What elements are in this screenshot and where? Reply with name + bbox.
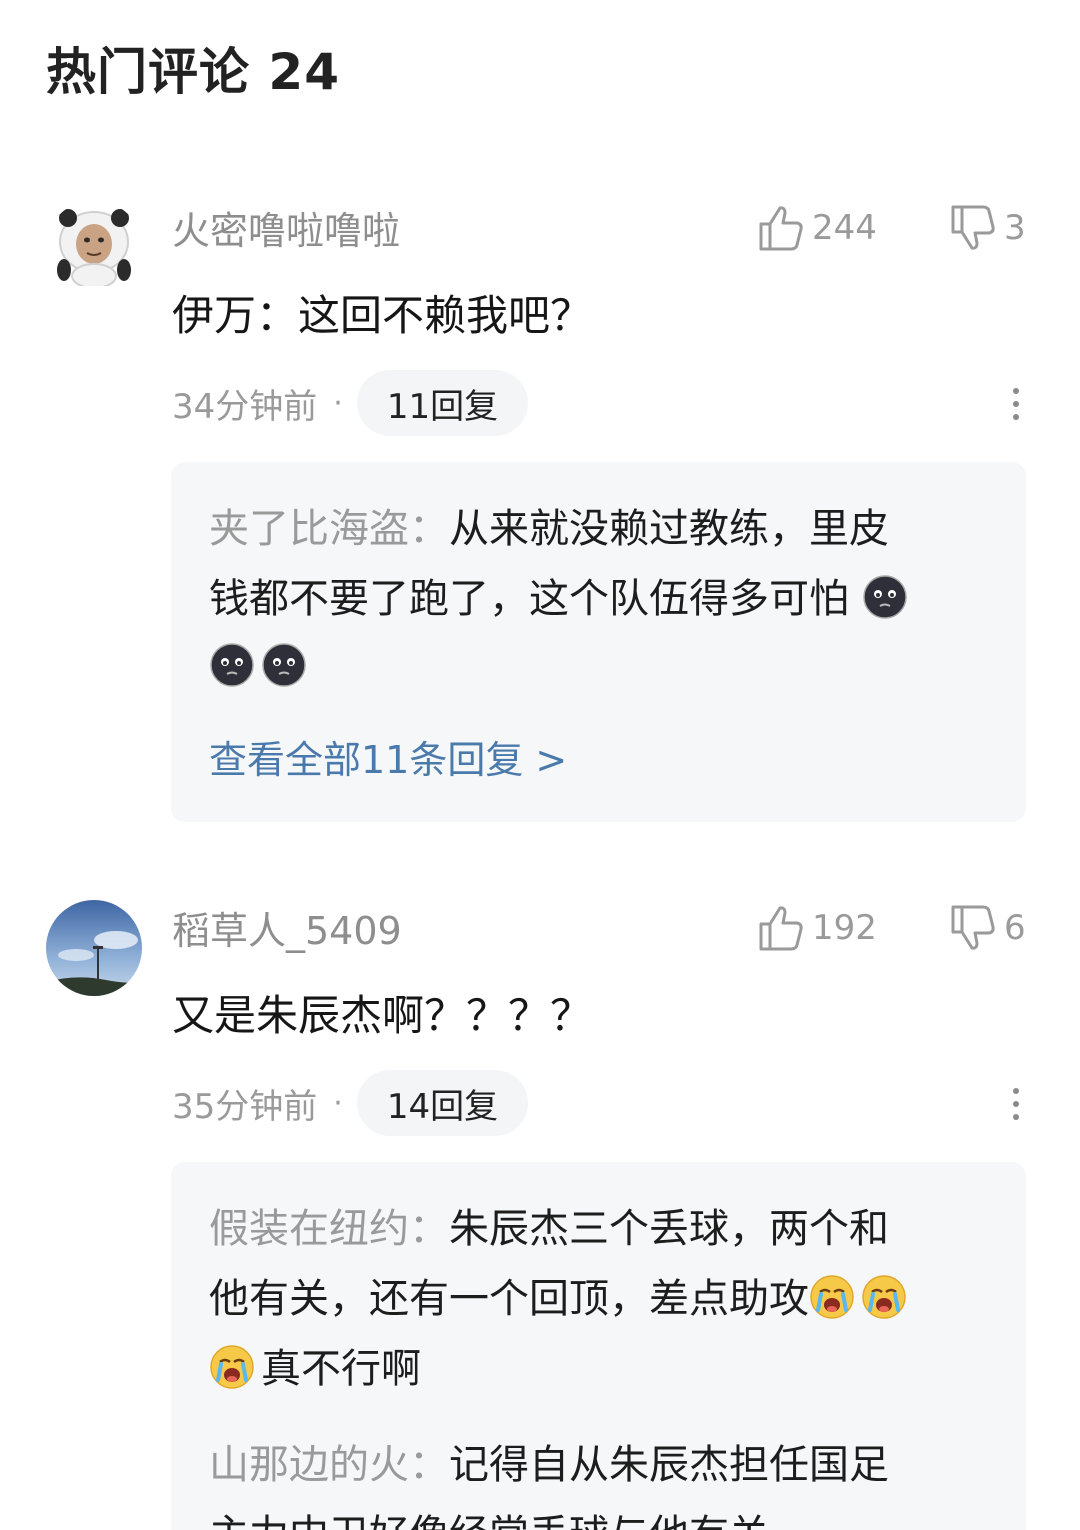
reply-text: 从来就没赖过教练，里皮 — [449, 506, 889, 552]
dislike-button[interactable]: 3 — [950, 203, 1026, 253]
thumbs-up-icon — [759, 906, 803, 951]
reply-line: 夹了比海盗：从来就没赖过教练，里皮 — [209, 494, 889, 564]
reply-count-button[interactable]: 11回复 — [356, 370, 529, 436]
comment-text: 又是朱辰杰啊？？？？ — [172, 991, 593, 1040]
reply-line: 主力中卫好像经常丢球与他有关 — [209, 1500, 769, 1530]
reply-line — [209, 632, 313, 702]
reply-text: 真不行啊 — [261, 1346, 421, 1392]
reply-preview-box: 夹了比海盗：从来就没赖过教练，里皮 钱都不要了跑了，这个队伍得多可怕 查看全部1… — [171, 462, 1026, 822]
reply-line: 假装在纽约：朱辰杰三个丢球，两个和 — [209, 1194, 889, 1264]
crying-face-icon — [810, 1275, 854, 1319]
reply-text: 钱都不要了跑了，这个队伍得多可怕 — [209, 576, 849, 622]
crying-face-icon — [210, 1345, 254, 1389]
like-count: 244 — [812, 208, 877, 248]
comment-meta: 34分钟前 · 11回复 — [172, 370, 529, 436]
dark-sad-face-icon — [262, 643, 306, 687]
thumbs-down-icon — [951, 905, 995, 950]
reply-line: 山那边的火：记得自从朱辰杰担任国足 — [209, 1430, 889, 1500]
like-button[interactable]: 192 — [758, 903, 877, 953]
avatar-image-icon — [46, 200, 142, 296]
reply-author[interactable]: 夹了比海盗： — [209, 506, 449, 552]
more-vertical-icon[interactable] — [1006, 1084, 1026, 1124]
thumbs-down-icon — [951, 205, 995, 250]
comment-meta: 35分钟前 · 14回复 — [172, 1070, 529, 1136]
reply-text: 记得自从朱辰杰担任国足 — [449, 1442, 889, 1488]
crying-face-icon — [862, 1275, 906, 1319]
reply-preview-box: 假装在纽约：朱辰杰三个丢球，两个和 他有关，还有一个回顶，差点助攻 真不行啊 山… — [171, 1162, 1026, 1530]
dislike-button[interactable]: 6 — [950, 903, 1026, 953]
view-all-replies-link[interactable]: 查看全部11条回复 > — [209, 732, 567, 788]
avatar-image-icon — [46, 900, 142, 996]
section-title: 热门评论 24 — [46, 43, 340, 101]
reply-line: 钱都不要了跑了，这个队伍得多可怕 — [209, 564, 914, 634]
avatar[interactable] — [46, 200, 142, 296]
reply-text: 朱辰杰三个丢球，两个和 — [449, 1206, 889, 1252]
comment-time: 34分钟前 — [172, 386, 318, 427]
dislike-count: 3 — [1004, 208, 1026, 248]
dislike-count: 6 — [1004, 908, 1026, 948]
reply-line: 他有关，还有一个回顶，差点助攻 — [209, 1264, 913, 1334]
thumbs-up-icon — [759, 206, 803, 251]
like-count: 192 — [812, 908, 877, 948]
dark-sad-face-icon — [210, 643, 254, 687]
more-vertical-icon[interactable] — [1006, 384, 1026, 424]
dark-sad-face-icon — [862, 575, 907, 619]
like-button[interactable]: 244 — [758, 203, 877, 253]
reply-author[interactable]: 山那边的火： — [209, 1442, 449, 1488]
username[interactable]: 稻草人_5409 — [172, 906, 402, 956]
avatar[interactable] — [46, 900, 142, 996]
comments-page: 热门评论 24 火密噜啦噜啦 244 3 伊万：这回不赖我吧？ 34分钟前 · … — [0, 0, 1080, 1530]
reply-author[interactable]: 假装在纽约： — [209, 1206, 449, 1252]
username[interactable]: 火密噜啦噜啦 — [172, 206, 400, 256]
reply-count-button[interactable]: 14回复 — [356, 1070, 529, 1136]
reply-text: 主力中卫好像经常丢球与他有关 — [209, 1512, 769, 1530]
comment-text: 伊万：这回不赖我吧？ — [172, 291, 593, 340]
reply-text: 他有关，还有一个回顶，差点助攻 — [209, 1276, 809, 1322]
comment-time: 35分钟前 — [172, 1086, 318, 1127]
meta-separator: · — [333, 1085, 343, 1121]
meta-separator: · — [333, 385, 343, 421]
reply-line: 真不行啊 — [209, 1334, 421, 1404]
